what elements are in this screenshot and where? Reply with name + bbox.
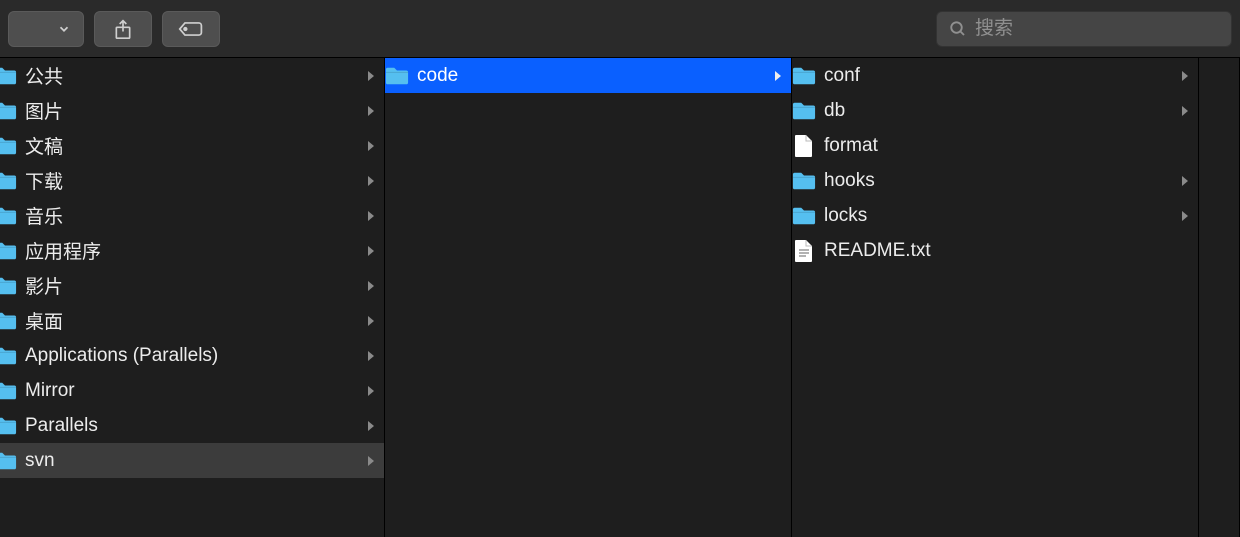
file-name-label: hooks: [824, 170, 1178, 192]
search-icon: [949, 20, 967, 38]
tag-button[interactable]: [162, 11, 220, 47]
file-name-label: conf: [824, 65, 1178, 87]
chevron-down-icon[interactable]: [53, 12, 83, 46]
folder-icon: [0, 449, 17, 473]
folder-icon: [0, 64, 17, 88]
folder-icon: [792, 204, 816, 228]
chevron-right-icon: [1178, 210, 1192, 222]
search-box[interactable]: [936, 11, 1232, 47]
chevron-right-icon: [364, 70, 378, 82]
column-browser: 公共图片文稿下载音乐应用程序影片桌面 Applications (Parallel…: [0, 58, 1240, 537]
chevron-right-icon: [1178, 105, 1192, 117]
file-row[interactable]: db: [792, 93, 1198, 128]
file-row[interactable]: conf: [792, 58, 1198, 93]
chevron-right-icon: [364, 210, 378, 222]
gear-icon[interactable]: [9, 12, 53, 46]
file-name-label: 文稿: [25, 132, 364, 159]
column-3: conf db format hooks locks README.txt: [792, 58, 1199, 537]
file-name-label: format: [824, 135, 1192, 157]
chevron-right-icon: [364, 140, 378, 152]
file-row[interactable]: locks: [792, 198, 1198, 233]
file-icon: [792, 134, 816, 158]
column-2: code: [385, 58, 792, 537]
column-4: [1199, 58, 1240, 537]
file-name-label: locks: [824, 205, 1178, 227]
file-row[interactable]: 应用程序: [0, 233, 384, 268]
file-row[interactable]: 影片: [0, 268, 384, 303]
search-input[interactable]: [975, 18, 1220, 40]
file-name-label: 影片: [25, 272, 364, 299]
chevron-right-icon: [364, 280, 378, 292]
folder-icon: [0, 344, 17, 368]
file-row[interactable]: 音乐: [0, 198, 384, 233]
folder-icon: [0, 274, 17, 298]
chevron-right-icon: [364, 455, 378, 467]
file-row[interactable]: format: [792, 128, 1198, 163]
folder-icon: [792, 169, 816, 193]
file-row[interactable]: Mirror: [0, 373, 384, 408]
folder-icon: [792, 99, 816, 123]
share-icon: [113, 18, 133, 40]
toolbar: [0, 0, 1240, 58]
file-row[interactable]: Applications (Parallels): [0, 338, 384, 373]
chevron-right-icon: [364, 175, 378, 187]
folder-icon: [0, 134, 17, 158]
file-name-label: 音乐: [25, 202, 364, 229]
folder-icon: [0, 309, 17, 333]
file-name-label: Applications (Parallels): [25, 345, 364, 367]
file-name-label: 应用程序: [25, 237, 364, 264]
folder-icon: [385, 64, 409, 88]
chevron-right-icon: [1178, 175, 1192, 187]
file-name-label: db: [824, 100, 1178, 122]
chevron-right-icon: [771, 70, 785, 82]
file-name-label: Parallels: [25, 415, 364, 437]
text-file-icon: [792, 239, 816, 263]
file-row[interactable]: 桌面: [0, 303, 384, 338]
folder-icon: [0, 414, 17, 438]
column-1: 公共图片文稿下载音乐应用程序影片桌面 Applications (Parallel…: [0, 58, 385, 537]
file-row[interactable]: 文稿: [0, 128, 384, 163]
file-row[interactable]: 下载: [0, 163, 384, 198]
chevron-right-icon: [364, 245, 378, 257]
file-row[interactable]: Parallels: [0, 408, 384, 443]
folder-icon: [0, 99, 17, 123]
file-row[interactable]: hooks: [792, 163, 1198, 198]
chevron-right-icon: [364, 105, 378, 117]
chevron-right-icon: [1178, 70, 1192, 82]
file-name-label: README.txt: [824, 240, 1192, 262]
folder-icon: [0, 239, 17, 263]
settings-button-group[interactable]: [8, 11, 84, 47]
file-name-label: 图片: [25, 97, 364, 124]
file-name-label: 桌面: [25, 307, 364, 334]
chevron-right-icon: [364, 420, 378, 432]
file-name-label: code: [417, 65, 771, 87]
folder-icon: [0, 204, 17, 228]
file-name-label: svn: [25, 450, 364, 472]
folder-icon: [0, 379, 17, 403]
file-row[interactable]: 图片: [0, 93, 384, 128]
chevron-right-icon: [364, 385, 378, 397]
file-name-label: 公共: [25, 62, 364, 89]
chevron-right-icon: [364, 315, 378, 327]
folder-icon: [0, 169, 17, 193]
file-name-label: Mirror: [25, 380, 364, 402]
file-row[interactable]: code: [385, 58, 791, 93]
folder-icon: [792, 64, 816, 88]
tag-icon: [178, 20, 204, 38]
chevron-right-icon: [364, 350, 378, 362]
file-row[interactable]: README.txt: [792, 233, 1198, 268]
file-name-label: 下载: [25, 167, 364, 194]
file-row[interactable]: 公共: [0, 58, 384, 93]
share-button[interactable]: [94, 11, 152, 47]
file-row[interactable]: svn: [0, 443, 384, 478]
